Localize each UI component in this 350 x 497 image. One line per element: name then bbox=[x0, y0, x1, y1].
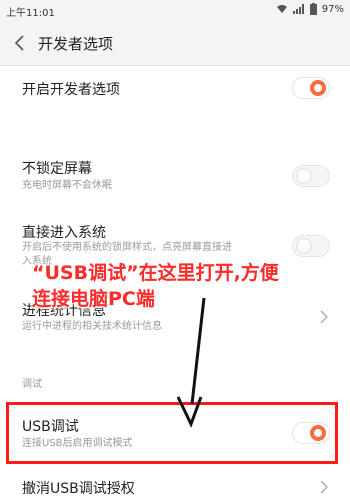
battery-percent: 97% bbox=[321, 3, 344, 15]
annotation-line-1: “USB调试”在这里打开,方便 bbox=[32, 262, 279, 284]
developer-options-toggle[interactable] bbox=[292, 77, 330, 99]
no-lock-screen-toggle[interactable] bbox=[292, 165, 330, 187]
usb-debug-highlight-box bbox=[6, 402, 338, 464]
battery-icon bbox=[309, 3, 317, 15]
no-lock-screen-row[interactable]: 不锁定屏幕 充电时屏幕不会休眠 bbox=[0, 152, 350, 202]
direct-enter-system-label: 直接进入系统 bbox=[22, 225, 106, 241]
signal-icon bbox=[292, 4, 304, 14]
annotation-line-2: 连接电脑PC端 bbox=[32, 288, 155, 310]
status-time: 上午11:01 bbox=[6, 8, 55, 19]
toggle-knob bbox=[310, 80, 326, 96]
no-lock-screen-desc: 充电时屏幕不会休眠 bbox=[22, 180, 112, 191]
direct-enter-system-toggle[interactable] bbox=[292, 235, 330, 257]
section-debug-label: 调试 bbox=[22, 379, 42, 390]
developer-options-row[interactable]: 开启开发者选项 bbox=[0, 66, 350, 116]
page-title: 开发者选项 bbox=[38, 35, 114, 53]
revoke-usb-debug-label: 撤消USB调试授权 bbox=[22, 481, 135, 497]
status-icons: 97% bbox=[276, 3, 344, 15]
chevron-right-icon bbox=[320, 310, 328, 324]
wifi-icon bbox=[276, 5, 287, 13]
chevron-right-icon bbox=[320, 480, 328, 494]
title-bar: 开发者选项 bbox=[0, 20, 350, 66]
revoke-usb-debug-row[interactable]: 撤消USB调试授权 bbox=[0, 472, 350, 497]
no-lock-screen-label: 不锁定屏幕 bbox=[22, 161, 92, 177]
toggle-knob bbox=[296, 168, 312, 184]
toggle-knob bbox=[296, 238, 312, 254]
direct-enter-system-desc-1: 开启后不使用系统的锁屏样式，点亮屏幕直接进 bbox=[22, 242, 232, 253]
back-arrow-icon[interactable] bbox=[12, 34, 28, 52]
developer-options-label: 开启开发者选项 bbox=[22, 82, 120, 98]
process-stats-desc: 运行中进程的相关技术统计信息 bbox=[22, 321, 162, 332]
status-bar: 上午11:01 97% bbox=[0, 0, 350, 20]
